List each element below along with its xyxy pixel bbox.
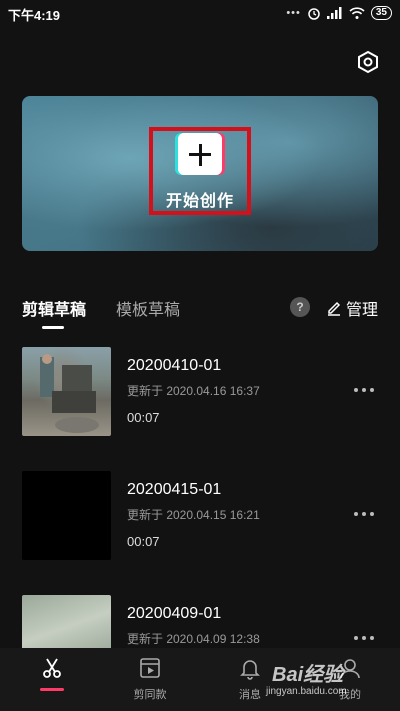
status-icons: ••• 35 [286,6,392,20]
more-options-icon[interactable] [354,633,374,643]
draft-tabs: 剪辑草稿 模板草稿 ? 管理 [22,296,378,332]
edit-pencil-icon [327,301,341,316]
draft-thumbnail [22,347,111,436]
draft-duration: 00:07 [127,410,160,425]
more-options-icon[interactable] [354,509,374,519]
bell-icon [240,660,260,680]
watermark-url: jingyan.baidu.com [266,686,347,697]
draft-duration: 00:07 [127,534,160,549]
draft-title: 20200415-01 [127,481,222,498]
template-video-icon [140,658,160,678]
manage-button[interactable]: 管理 [326,296,378,320]
status-bar: 下午4:19 ••• 35 [0,0,400,28]
baidu-watermark: Bai经验 jingyan.baidu.com [266,658,386,702]
draft-title: 20200410-01 [127,357,222,374]
scissors-icon [43,658,61,678]
help-icon[interactable]: ? [290,297,310,317]
start-creating-label: 开始创作 [165,193,234,210]
draft-updated: 更新于 2020.04.09 12:38 [127,632,260,646]
draft-thumbnail [22,471,111,560]
nav-item-templates[interactable]: 剪同款 [110,656,190,702]
draft-item[interactable]: 20200410-01 更新于 2020.04.16 16:37 00:07 [22,347,378,437]
draft-item[interactable]: 20200415-01 更新于 2020.04.15 16:21 00:07 [22,471,378,561]
draft-thumbnail-image [40,354,99,433]
tab-template-drafts[interactable]: 模板草稿 [116,296,180,320]
signal-icon [326,7,342,19]
wifi-icon [349,7,365,19]
more-options-icon[interactable] [354,385,374,395]
nav-item-edit[interactable] [12,656,92,691]
watermark-brand: Bai经验 [272,664,344,686]
nav-label: 剪同款 [133,689,167,701]
nav-active-indicator [40,688,64,691]
draft-updated: 更新于 2020.04.16 16:37 [127,384,260,398]
nav-label: 消息 [239,689,261,701]
start-creating-button[interactable]: 开始创作 [155,131,245,211]
active-tab-indicator [42,326,64,329]
status-time: 下午4:19 [8,7,61,23]
battery-indicator: 35 [370,6,392,20]
alarm-icon [308,8,320,20]
draft-updated: 更新于 2020.04.15 16:21 [127,508,260,522]
draft-title: 20200409-01 [127,605,222,622]
notification-dots-icon: ••• [286,7,301,19]
tab-edit-drafts[interactable]: 剪辑草稿 [22,296,86,320]
settings-hexagon-icon[interactable] [356,50,380,74]
plus-icon [178,133,222,175]
manage-label: 管理 [345,302,378,319]
